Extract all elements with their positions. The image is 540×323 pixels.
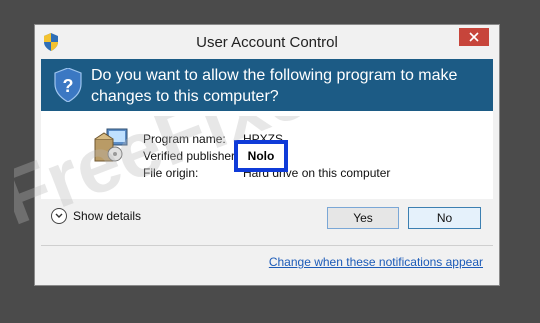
show-details-toggle[interactable]: Show details — [51, 208, 141, 224]
question-banner: ? Do you want to allow the following pro… — [41, 59, 493, 111]
chevron-down-icon — [51, 208, 67, 224]
no-button[interactable]: No — [408, 207, 481, 229]
program-name-label: Program name: — [143, 132, 226, 146]
close-button[interactable] — [459, 28, 489, 46]
svg-text:?: ? — [63, 76, 74, 96]
file-origin-label: File origin: — [143, 166, 199, 180]
notification-settings-link[interactable]: Change when these notifications appear — [269, 255, 483, 269]
dialog-footer: Show details Yes No Change when these no… — [41, 199, 493, 279]
yes-button[interactable]: Yes — [327, 207, 399, 229]
field-labels: Program name: Verified publisher: File o… — [143, 131, 238, 182]
title-bar: User Account Control — [35, 25, 499, 58]
window-title: User Account Control — [196, 34, 338, 51]
show-details-label: Show details — [73, 209, 142, 223]
close-icon — [469, 32, 479, 42]
footer-divider — [41, 245, 493, 246]
uac-shield-icon: ? — [54, 68, 82, 102]
verified-publisher-label: Verified publisher: — [143, 149, 239, 163]
question-text: Do you want to allow the following progr… — [91, 67, 458, 105]
publisher-highlight-box: Nolo — [234, 140, 288, 172]
program-installer-icon — [94, 128, 128, 162]
